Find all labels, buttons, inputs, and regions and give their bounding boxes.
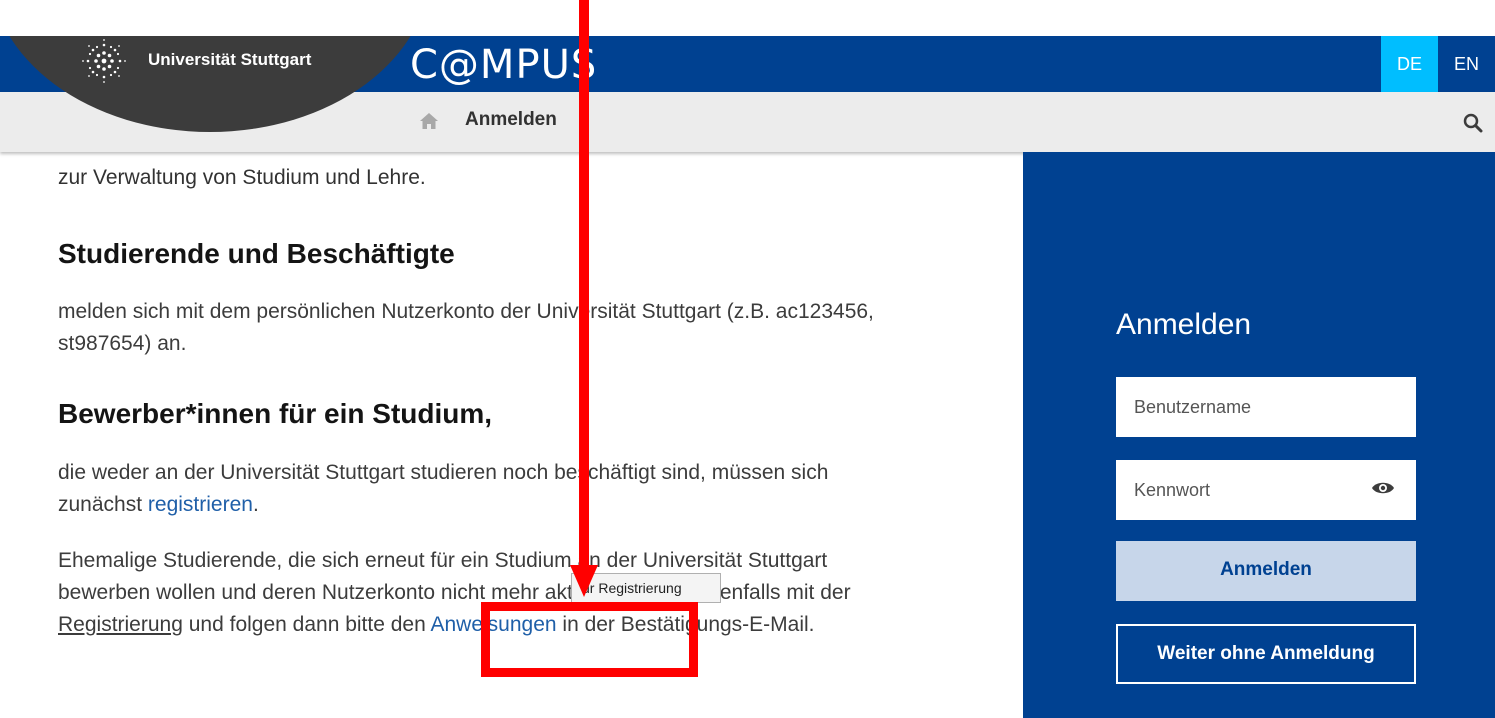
students-text: melden sich mit dem persönlichen Nutzerk… <box>58 300 874 355</box>
language-en-button[interactable]: EN <box>1438 36 1495 92</box>
annotation-arrow-shaft <box>579 0 589 575</box>
students-heading: Studierende und Beschäftigte <box>58 238 455 269</box>
annotation-highlight-box <box>481 602 698 677</box>
breadcrumb-current[interactable]: Anmelden <box>465 109 557 131</box>
continue-without-login-button[interactable]: Weiter ohne Anmeldung <box>1116 624 1416 684</box>
university-name: Universität Stuttgart <box>148 50 312 69</box>
university-logo[interactable]: Universität Stuttgart <box>0 36 440 132</box>
applicants-heading: Bewerber*innen für ein Studium, <box>58 398 493 429</box>
eye-icon[interactable] <box>1371 478 1395 498</box>
username-input[interactable] <box>1116 377 1416 437</box>
register-link[interactable]: registrieren <box>148 493 253 516</box>
login-title: Anmelden <box>1116 308 1252 341</box>
applicants-text: die weder an der Universität Stuttgart s… <box>58 461 829 516</box>
intro-text: zur Verwaltung von Studium und Lehre. <box>58 166 426 189</box>
language-de-button[interactable]: DE <box>1381 36 1438 92</box>
search-icon[interactable] <box>1462 112 1484 134</box>
login-button[interactable]: Anmelden <box>1116 541 1416 601</box>
registration-link[interactable]: Registrierung <box>58 613 183 636</box>
logo-mark-icon <box>82 39 126 83</box>
annotation-arrow-head <box>570 565 598 597</box>
